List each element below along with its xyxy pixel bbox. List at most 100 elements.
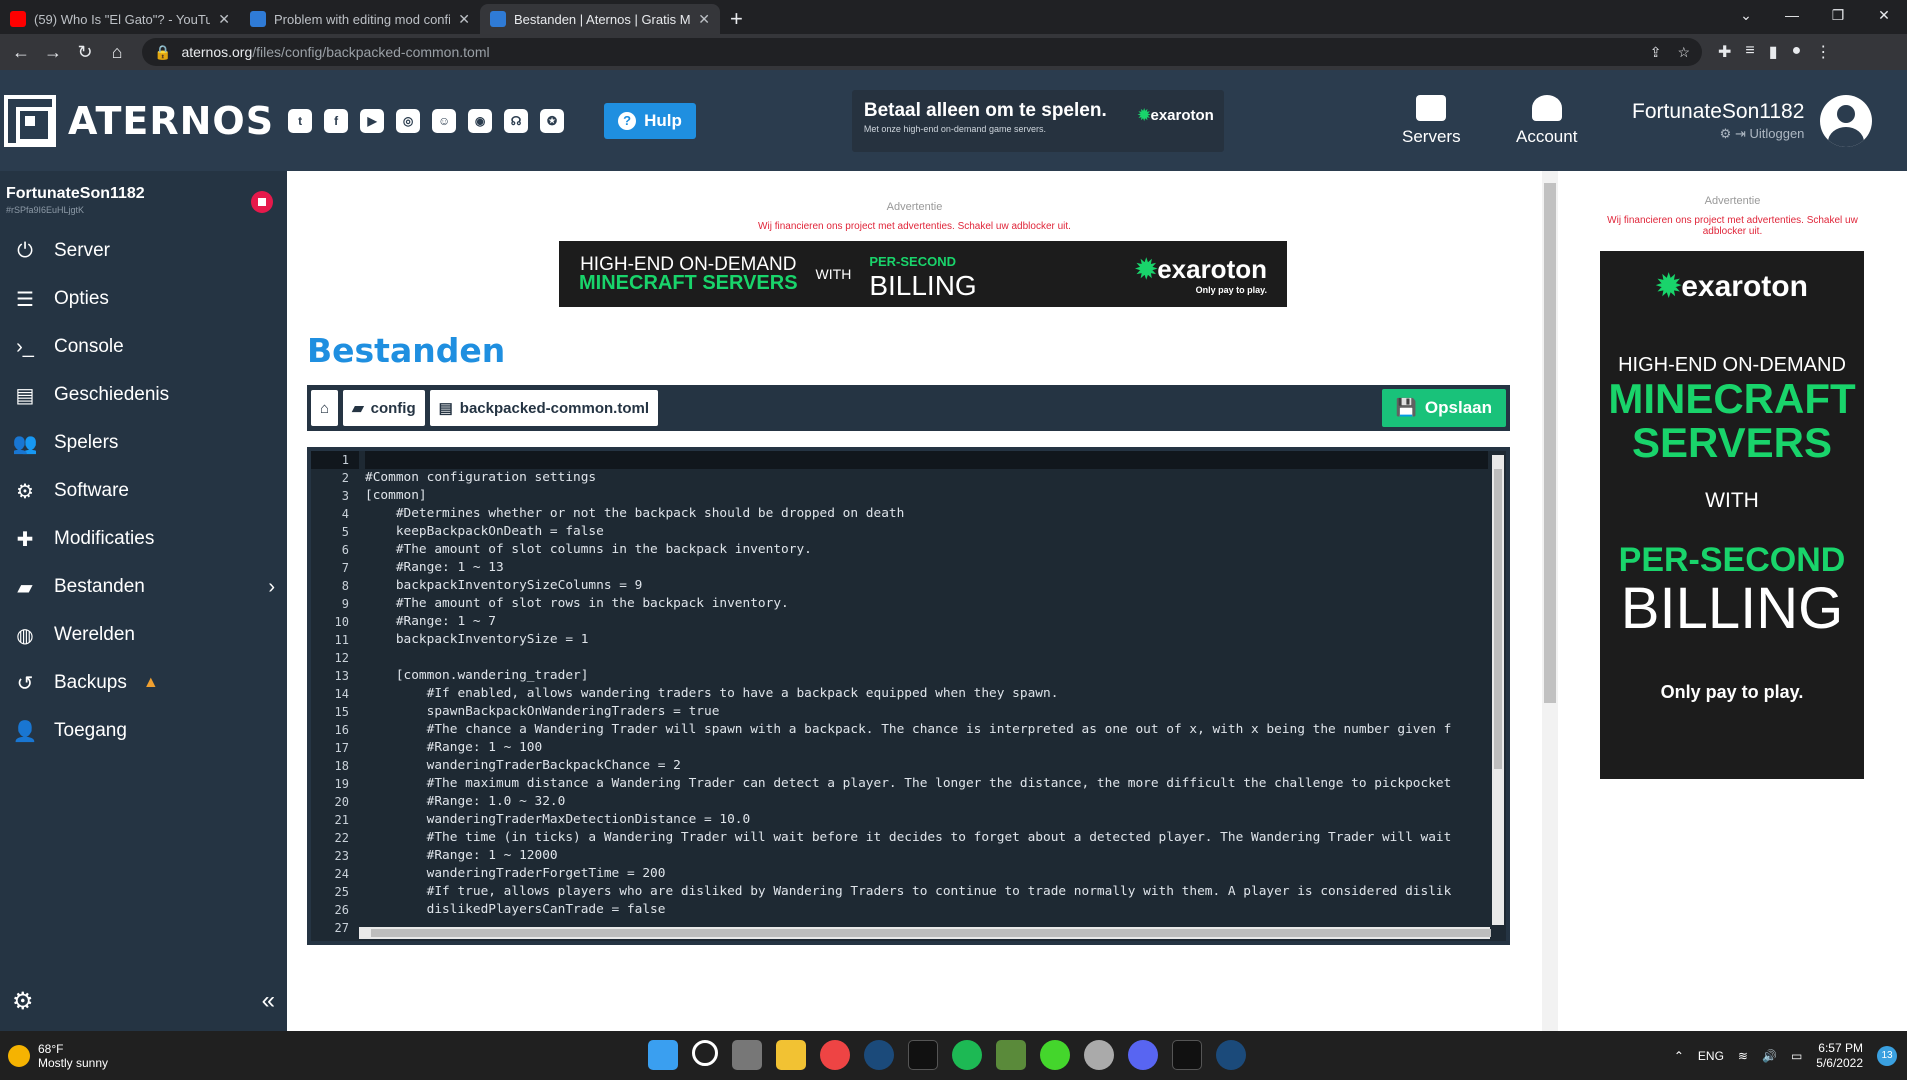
server-status-stop-icon[interactable] (251, 191, 273, 213)
clock[interactable]: 6:57 PM 5/6/2022 (1816, 1041, 1863, 1071)
windows-start-icon[interactable] (648, 1040, 678, 1070)
editor-vertical-scrollbar[interactable] (1492, 455, 1504, 925)
sidebar-item-geschiedenis[interactable]: ▤ Geschiedenis (0, 371, 287, 419)
epic-games-icon[interactable] (908, 1040, 938, 1070)
chevron-up-icon[interactable]: ⌃ (1674, 1049, 1684, 1063)
language-indicator[interactable]: ENG (1698, 1049, 1724, 1063)
file-explorer-icon[interactable] (776, 1040, 806, 1070)
discord-icon[interactable]: ◉ (468, 108, 493, 133)
code-line[interactable]: wanderingTraderForgetTime = 200 (365, 865, 1488, 883)
sidebar-item-backups[interactable]: ↺ Backups ▲ (0, 659, 287, 707)
collapse-sidebar-icon[interactable]: « (262, 987, 275, 1015)
sidebar-item-modificaties[interactable]: ✚ Modificaties (0, 515, 287, 563)
settings-gear-icon[interactable]: ⚙ (12, 987, 34, 1016)
steam-icon[interactable] (1216, 1040, 1246, 1070)
address-bar[interactable]: 🔒 aternos.org/files/config/backpacked-co… (142, 38, 1702, 66)
spotify-icon[interactable] (952, 1040, 982, 1070)
wifi-icon[interactable]: ≋ (1738, 1049, 1748, 1063)
code-line[interactable]: backpackInventorySize = 1 (365, 631, 1488, 649)
weather-widget[interactable]: 68°F Mostly sunny (8, 1042, 108, 1070)
breadcrumb-config[interactable]: ▰ config (343, 390, 425, 426)
tab-close-icon[interactable]: ✕ (458, 11, 470, 28)
code-line[interactable]: keepBackpackOnDeath = false (365, 523, 1488, 541)
code-line[interactable]: #Determines whether or not the backpack … (365, 505, 1488, 523)
volume-icon[interactable]: 🔊 (1762, 1049, 1777, 1063)
bookmark-star-icon[interactable]: ☆ (1677, 44, 1690, 61)
home-icon[interactable]: ⌂ (102, 37, 132, 67)
menu-kebab-icon[interactable]: ⋮ (1815, 42, 1831, 62)
code-line[interactable]: #If enabled, allows wandering traders to… (365, 685, 1488, 703)
logout-link[interactable]: ⚙ ⇥ Uitloggen (1632, 126, 1805, 142)
tab-close-icon[interactable]: ✕ (218, 11, 230, 28)
discord-icon[interactable] (1128, 1040, 1158, 1070)
minimize-icon[interactable]: — (1769, 0, 1815, 30)
save-button[interactable]: 💾 Opslaan (1381, 389, 1506, 427)
minecraft-icon[interactable] (996, 1040, 1026, 1070)
sidebar-item-werelden[interactable]: ◍ Werelden (0, 611, 287, 659)
code-line[interactable]: #The time (in ticks) a Wandering Trader … (365, 829, 1488, 847)
browser-tab-forum[interactable]: Problem with editing mod config ✕ (240, 4, 480, 34)
battery-icon[interactable]: ▭ (1791, 1049, 1802, 1063)
twitter-icon[interactable]: t (288, 108, 313, 133)
new-tab-button[interactable]: + (720, 4, 753, 34)
exaroton-skyscraper-ad[interactable]: ✹exaroton HIGH-END ON-DEMAND MINECRAFT S… (1600, 251, 1864, 779)
code-area[interactable]: #Common configuration settings [common] #… (359, 451, 1488, 941)
header-ad[interactable]: Betaal alleen om te spelen. Met onze hig… (851, 89, 1224, 152)
reddit-icon[interactable]: ☺ (432, 108, 457, 133)
code-line[interactable]: #The amount of slot rows in the backpack… (365, 595, 1488, 613)
code-line[interactable]: #The maximum distance a Wandering Trader… (365, 775, 1488, 793)
scroll-thumb[interactable] (371, 929, 1491, 937)
task-view-icon[interactable] (732, 1040, 762, 1070)
steam-icon[interactable] (864, 1040, 894, 1070)
browser-tab-youtube[interactable]: (59) Who Is "El Gato"? - YouTube ✕ (0, 4, 240, 34)
scroll-thumb[interactable] (1544, 183, 1556, 703)
facebook-icon[interactable]: f (324, 108, 349, 133)
editor-horizontal-scrollbar[interactable] (359, 927, 1491, 939)
lock-icon[interactable]: 🔒 (154, 44, 171, 61)
tab-close-icon[interactable]: ✕ (698, 11, 710, 28)
sidebar-item-server[interactable]: ⏻ Server (0, 227, 287, 275)
instagram-icon[interactable]: ◎ (396, 108, 421, 133)
code-line[interactable]: #Range: 1 ~ 12000 (365, 847, 1488, 865)
code-line[interactable]: #Common configuration settings (365, 469, 1488, 487)
code-line[interactable]: spawnBackpackOnWanderingTraders = true (365, 703, 1488, 721)
sidebar-item-spelers[interactable]: 👥 Spelers (0, 419, 287, 467)
shield-app-icon[interactable] (1084, 1040, 1114, 1070)
code-line[interactable] (365, 649, 1488, 667)
epic-games-icon[interactable] (1172, 1040, 1202, 1070)
code-line[interactable]: #If true, allows players who are dislike… (365, 883, 1488, 901)
support-headset-icon[interactable]: ☊ (504, 108, 529, 133)
code-line[interactable]: [common] (365, 487, 1488, 505)
user-avatar[interactable] (1820, 94, 1873, 147)
notification-badge[interactable]: 13 (1877, 1045, 1897, 1066)
code-line[interactable]: wanderingTraderMaxDetectionDistance = 10… (365, 811, 1488, 829)
code-line[interactable]: #Range: 1 ~ 7 (365, 613, 1488, 631)
browser-tab-aternos[interactable]: Bestanden | Aternos | Gratis Mine ✕ (480, 4, 720, 34)
sidebar-item-console[interactable]: ›_ Console (0, 323, 287, 371)
code-line[interactable]: wanderingTraderBackpackChance = 2 (365, 757, 1488, 775)
code-line[interactable]: #The amount of slot columns in the backp… (365, 541, 1488, 559)
sidebar-item-software[interactable]: ⚙ Software (0, 467, 287, 515)
code-line[interactable]: [common.wandering_trader] (365, 667, 1488, 685)
code-line[interactable]: #Range: 1.0 ~ 32.0 (365, 793, 1488, 811)
forward-icon[interactable]: → (38, 37, 68, 67)
sidebar-item-opties[interactable]: ☰ Opties (0, 275, 287, 323)
code-line[interactable]: #The chance a Wandering Trader will spaw… (365, 721, 1488, 739)
code-line[interactable]: #Range: 1 ~ 100 (365, 739, 1488, 757)
tab-search-icon[interactable]: ⌄ (1723, 0, 1769, 30)
reading-list-icon[interactable]: ≡ (1745, 42, 1754, 62)
code-line[interactable] (365, 451, 1488, 469)
account-nav[interactable]: Account (1516, 70, 1577, 171)
code-line[interactable]: dislikedPlayersCanTrade = false (365, 901, 1488, 919)
scroll-thumb[interactable] (1494, 469, 1502, 769)
extensions-puzzle-icon[interactable]: ✚ (1718, 42, 1731, 62)
sidebar-item-toegang[interactable]: 👤 Toegang (0, 707, 287, 755)
page-scrollbar[interactable] (1542, 171, 1558, 1031)
share-icon[interactable]: ⇪ (1650, 44, 1662, 61)
chrome-icon[interactable] (820, 1040, 850, 1070)
settings-gear-icon[interactable]: ⚙ (1720, 126, 1732, 141)
close-window-icon[interactable]: ✕ (1861, 0, 1907, 30)
breadcrumb-file[interactable]: ▤ backpacked-common.toml (429, 390, 659, 426)
sidebar-item-bestanden[interactable]: ▰ Bestanden › (0, 563, 287, 611)
search-icon[interactable] (692, 1040, 718, 1066)
